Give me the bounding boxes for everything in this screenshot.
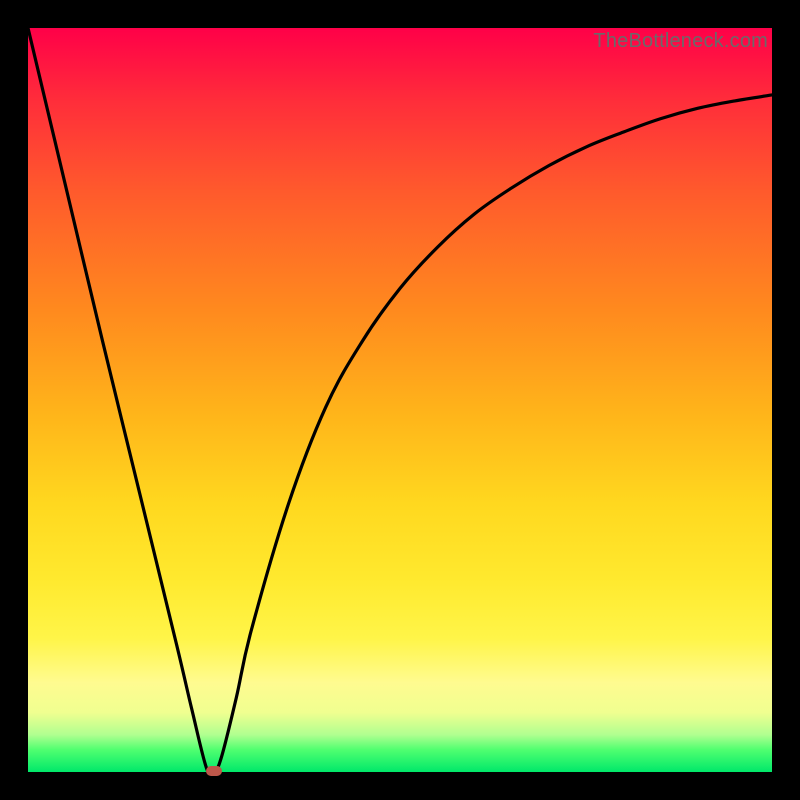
curve-path bbox=[28, 28, 772, 775]
bottleneck-curve bbox=[28, 28, 772, 772]
chart-frame: TheBottleneck.com bbox=[0, 0, 800, 800]
chart-plot-area: TheBottleneck.com bbox=[28, 28, 772, 772]
optimum-marker bbox=[206, 766, 222, 776]
